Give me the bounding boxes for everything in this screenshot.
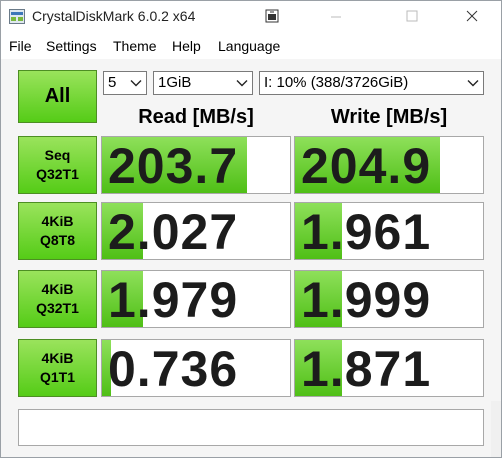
seq-q32t1-button[interactable]: Seq Q32T1 <box>18 136 97 194</box>
menu-bar: File Settings Theme Help Language <box>1 34 501 58</box>
test-name-line2: Q1T1 <box>39 369 75 385</box>
window-title: CrystalDiskMark 6.0.2 x64 <box>32 8 196 24</box>
chevron-down-icon <box>236 80 248 87</box>
4kib-q8t8-button[interactable]: 4KiB Q8T8 <box>18 202 97 260</box>
all-button[interactable]: All <box>18 70 97 123</box>
write-result-4kib-q8t8: 1.961 <box>294 202 484 260</box>
test-size-value: 1GiB <box>158 74 192 91</box>
read-value: 2.027 <box>108 204 239 260</box>
test-name-line1: 4KiB <box>41 281 74 297</box>
test-name-line2: Q32T1 <box>36 166 79 182</box>
write-value: 1.871 <box>301 341 432 397</box>
maximize-icon[interactable] <box>389 1 435 32</box>
menu-help[interactable]: Help <box>172 38 201 54</box>
compact-view-icon[interactable] <box>257 5 287 27</box>
title-bar[interactable]: CrystalDiskMark 6.0.2 x64 <box>1 1 501 32</box>
app-icon <box>9 9 25 24</box>
read-column-header: Read [MB/s] <box>138 106 254 128</box>
read-result-4kib-q8t8: 2.027 <box>101 202 291 260</box>
test-count-value: 5 <box>108 74 117 91</box>
close-icon[interactable] <box>449 1 495 32</box>
4kib-q1t1-button[interactable]: 4KiB Q1T1 <box>18 339 97 397</box>
window-edge <box>491 401 501 457</box>
main-panel: All 5 1GiB I: 10% (388/3726GiB) Read [MB… <box>1 59 501 457</box>
comment-field[interactable] <box>18 409 484 446</box>
test-name-line2: Q32T1 <box>36 300 79 316</box>
menu-theme[interactable]: Theme <box>113 38 157 54</box>
write-value: 1.961 <box>301 204 432 260</box>
write-result-seq-q32t1: 204.9 <box>294 136 484 194</box>
write-result-4kib-q1t1: 1.871 <box>294 339 484 397</box>
menu-file[interactable]: File <box>9 38 32 54</box>
read-result-4kib-q1t1: 0.736 <box>101 339 291 397</box>
chevron-down-icon <box>130 80 142 87</box>
test-name-line1: Seq <box>44 147 71 163</box>
read-result-seq-q32t1: 203.7 <box>101 136 291 194</box>
read-value: 1.979 <box>108 272 239 328</box>
write-value: 1.999 <box>301 272 432 328</box>
minimize-icon[interactable] <box>313 1 359 32</box>
test-size-select[interactable]: 1GiB <box>153 71 253 95</box>
drive-value: I: 10% (388/3726GiB) <box>264 74 409 91</box>
test-name-line1: 4KiB <box>41 213 74 229</box>
write-column-header: Write [MB/s] <box>330 106 448 128</box>
drive-select[interactable]: I: 10% (388/3726GiB) <box>259 71 484 95</box>
read-result-4kib-q32t1: 1.979 <box>101 270 291 328</box>
4kib-q32t1-button[interactable]: 4KiB Q32T1 <box>18 270 97 328</box>
app-window: CrystalDiskMark 6.0.2 x64 File Settings … <box>0 0 502 458</box>
read-value: 203.7 <box>108 138 239 194</box>
test-name-line1: 4KiB <box>41 350 74 366</box>
write-result-4kib-q32t1: 1.999 <box>294 270 484 328</box>
test-name-line2: Q8T8 <box>39 232 75 248</box>
chevron-down-icon <box>467 80 479 87</box>
test-count-select[interactable]: 5 <box>103 71 147 95</box>
menu-language[interactable]: Language <box>218 38 280 54</box>
menu-settings[interactable]: Settings <box>46 38 97 54</box>
read-value: 0.736 <box>108 341 239 397</box>
write-value: 204.9 <box>301 138 432 194</box>
